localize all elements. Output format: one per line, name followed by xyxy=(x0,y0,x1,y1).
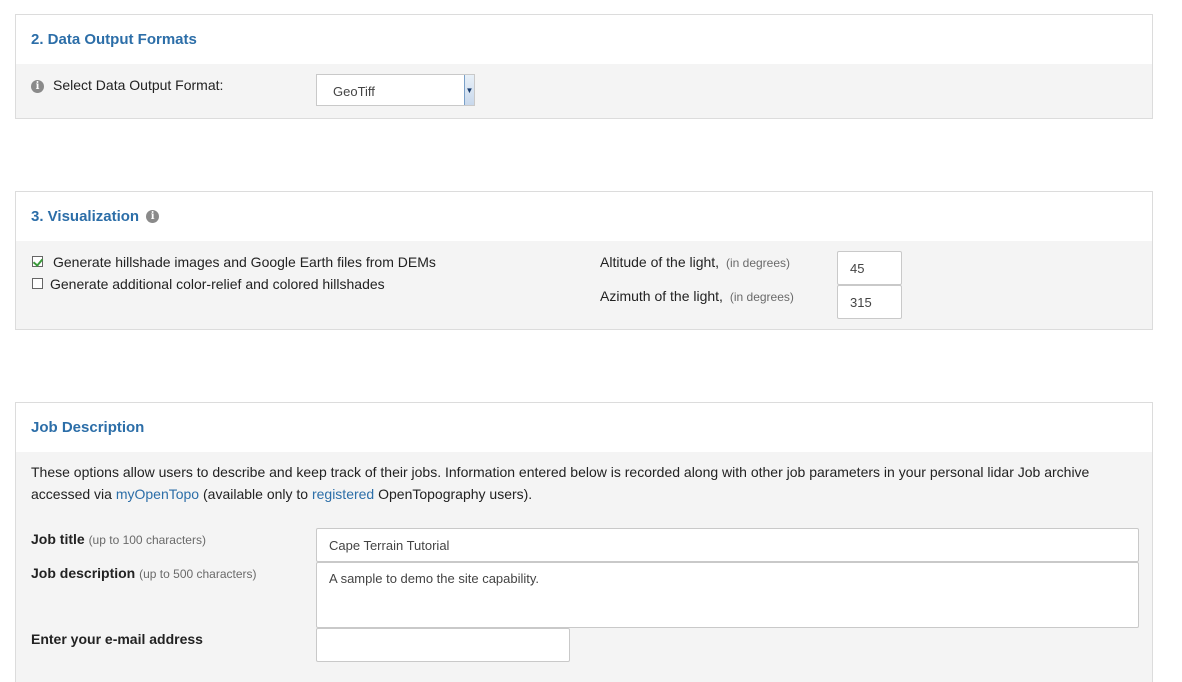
job-title-hint: (up to 100 characters) xyxy=(88,533,206,547)
data-output-formats-heading: 2. Data Output Formats xyxy=(16,15,1152,64)
job-description-textarea[interactable]: A sample to demo the site capability. xyxy=(316,562,1139,628)
info-icon[interactable]: i xyxy=(146,210,160,223)
azimuth-label: Azimuth of the light, (in degrees) xyxy=(600,288,794,304)
data-output-formats-panel: 2. Data Output Formats i Select Data Out… xyxy=(15,14,1153,119)
email-input[interactable] xyxy=(316,628,570,662)
visualization-heading: 3. Visualization i xyxy=(16,192,1152,241)
azimuth-value: 315 xyxy=(850,294,872,310)
hillshade-checkbox[interactable] xyxy=(32,256,43,267)
altitude-value: 45 xyxy=(850,260,865,276)
job-description-body: These options allow users to describe an… xyxy=(16,452,1152,682)
job-description-title: Job Description xyxy=(31,419,145,436)
info-icon[interactable]: i xyxy=(31,80,44,93)
azimuth-unit: (in degrees) xyxy=(729,290,794,304)
data-output-formats-title: 2. Data Output Formats xyxy=(31,31,197,48)
job-desc-label-text: Job description xyxy=(31,565,136,581)
intro-text-2: (available only to xyxy=(199,486,312,502)
select-format-label: Select Data Output Format: xyxy=(53,77,224,93)
output-format-selected-value: GeoTiff xyxy=(333,83,375,99)
altitude-label-text: Altitude of the light, xyxy=(600,254,720,270)
job-description-heading: Job Description xyxy=(16,403,1152,452)
job-desc-value: A sample to demo the site capability. xyxy=(329,571,540,586)
job-title-input[interactable]: Cape Terrain Tutorial xyxy=(316,528,1139,562)
color-relief-option-label[interactable]: Generate additional color-relief and col… xyxy=(50,276,385,292)
email-label: Enter your e-mail address xyxy=(31,631,203,647)
job-title-value: Cape Terrain Tutorial xyxy=(329,537,450,553)
job-desc-label: Job description (up to 500 characters) xyxy=(31,565,257,581)
chevron-down-icon[interactable]: ▼ xyxy=(464,75,474,105)
color-relief-checkbox[interactable] xyxy=(32,278,43,289)
hillshade-option-label[interactable]: Generate hillshade images and Google Ear… xyxy=(53,254,436,270)
myopentopo-link[interactable]: myOpenTopo xyxy=(116,486,199,502)
visualization-panel: 3. Visualization i Generate hillshade im… xyxy=(15,191,1153,330)
job-title-label-text: Job title xyxy=(31,531,85,547)
registered-link[interactable]: registered xyxy=(312,486,374,502)
job-description-intro: These options allow users to describe an… xyxy=(31,461,1121,505)
altitude-input[interactable]: 45 xyxy=(837,251,902,285)
job-description-panel: Job Description These options allow user… xyxy=(15,402,1153,682)
azimuth-input[interactable]: 315 xyxy=(837,285,902,319)
job-title-label: Job title (up to 100 characters) xyxy=(31,531,206,547)
visualization-title: 3. Visualization xyxy=(31,208,140,225)
visualization-body: Generate hillshade images and Google Ear… xyxy=(16,241,1152,329)
altitude-unit: (in degrees) xyxy=(725,256,790,270)
intro-text-3: OpenTopography users). xyxy=(374,486,533,502)
data-output-formats-body: i Select Data Output Format: GeoTiff ▼ xyxy=(16,64,1152,118)
output-format-select[interactable]: GeoTiff ▼ xyxy=(316,74,475,106)
job-desc-hint: (up to 500 characters) xyxy=(139,567,257,581)
altitude-label: Altitude of the light, (in degrees) xyxy=(600,254,790,270)
azimuth-label-text: Azimuth of the light, xyxy=(600,288,723,304)
